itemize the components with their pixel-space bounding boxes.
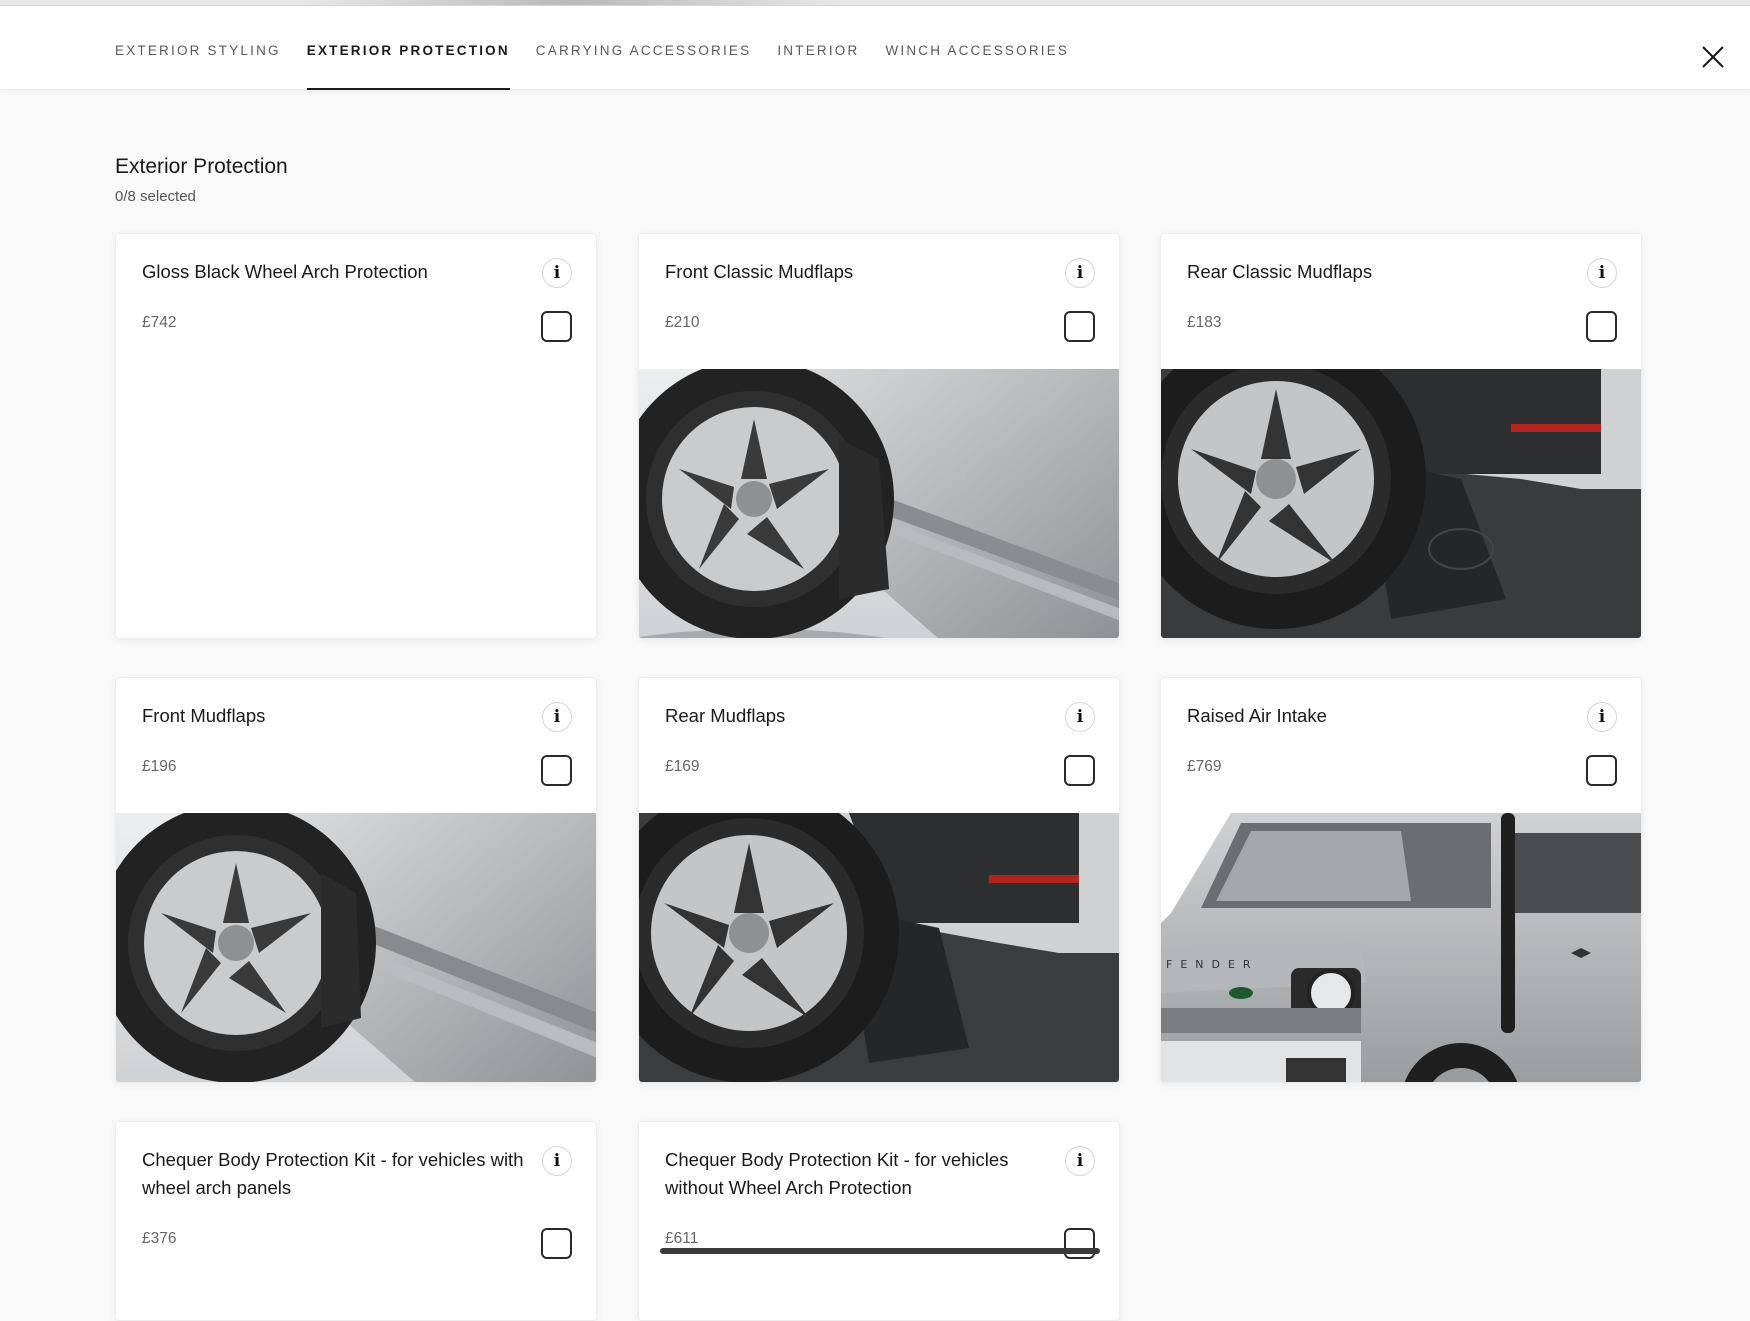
product-name: Chequer Body Protection Kit - for vehicl… (665, 1149, 1009, 1198)
info-icon[interactable]: i (542, 1146, 572, 1176)
product-card[interactable]: Rear Mudflaps i £169 (638, 677, 1120, 1083)
product-name: Rear Mudflaps (665, 705, 786, 726)
select-checkbox[interactable] (541, 311, 572, 342)
horizontal-scrollbar[interactable] (660, 1248, 1100, 1254)
product-name: Chequer Body Protection Kit - for vehicl… (142, 1149, 524, 1198)
product-image (1161, 369, 1641, 638)
product-name: Gloss Black Wheel Arch Protection (142, 261, 428, 282)
info-icon[interactable]: i (1065, 1146, 1095, 1176)
tab-carrying-accessories[interactable]: CARRYING ACCESSORIES (536, 6, 752, 90)
product-price: £210 (665, 314, 700, 331)
select-checkbox[interactable] (541, 1228, 572, 1259)
product-price: £376 (142, 1230, 177, 1247)
info-icon[interactable]: i (1065, 702, 1095, 732)
section-title: Exterior Protection (115, 155, 288, 178)
select-checkbox[interactable] (1064, 311, 1095, 342)
tab-exterior-protection[interactable]: EXTERIOR PROTECTION (306, 6, 510, 90)
svg-text:FENDER: FENDER (1166, 958, 1259, 971)
product-name: Raised Air Intake (1187, 705, 1327, 726)
info-icon[interactable]: i (542, 702, 572, 732)
product-name: Front Mudflaps (142, 705, 266, 726)
select-checkbox[interactable] (1586, 311, 1617, 342)
product-name: Front Classic Mudflaps (665, 261, 854, 282)
product-image: FENDER (1161, 813, 1641, 1082)
info-icon[interactable]: i (1587, 702, 1617, 732)
product-image (639, 813, 1119, 1082)
tab-exterior-styling[interactable]: EXTERIOR STYLING (115, 6, 281, 90)
info-icon[interactable]: i (1587, 258, 1617, 288)
product-card[interactable]: Rear Classic Mudflaps i £183 (1160, 233, 1642, 639)
product-price: £169 (665, 758, 700, 775)
product-image (639, 369, 1119, 638)
product-price: £196 (142, 758, 177, 775)
tab-list: EXTERIOR STYLING EXTERIOR PROTECTION CAR… (115, 6, 1095, 90)
product-card[interactable]: Raised Air Intake i £769 FENDER (1160, 677, 1642, 1083)
tab-interior[interactable]: INTERIOR (777, 6, 859, 90)
product-image (116, 813, 596, 1082)
select-checkbox[interactable] (1586, 755, 1617, 786)
select-checkbox[interactable] (1064, 755, 1095, 786)
product-price: £769 (1187, 758, 1222, 775)
tab-winch-accessories[interactable]: WINCH ACCESSORIES (885, 6, 1069, 90)
product-card[interactable]: Gloss Black Wheel Arch Protection i £742 (115, 233, 597, 639)
info-icon[interactable]: i (542, 258, 572, 288)
product-price: £611 (665, 1230, 699, 1247)
product-card[interactable]: Front Classic Mudflaps i £210 (638, 233, 1120, 639)
product-card[interactable]: Front Mudflaps i £196 (115, 677, 597, 1083)
selection-count: 0/8 selected (115, 188, 196, 205)
product-price: £742 (142, 314, 177, 331)
product-card[interactable]: Chequer Body Protection Kit - for vehicl… (115, 1121, 597, 1321)
close-icon[interactable] (1698, 42, 1728, 72)
category-nav: EXTERIOR STYLING EXTERIOR PROTECTION CAR… (0, 6, 1750, 90)
select-checkbox[interactable] (1064, 1228, 1095, 1259)
info-icon[interactable]: i (1065, 258, 1095, 288)
product-name: Rear Classic Mudflaps (1187, 261, 1373, 282)
product-price: £183 (1187, 314, 1222, 331)
product-card[interactable]: Chequer Body Protection Kit - for vehicl… (638, 1121, 1120, 1321)
select-checkbox[interactable] (541, 755, 572, 786)
